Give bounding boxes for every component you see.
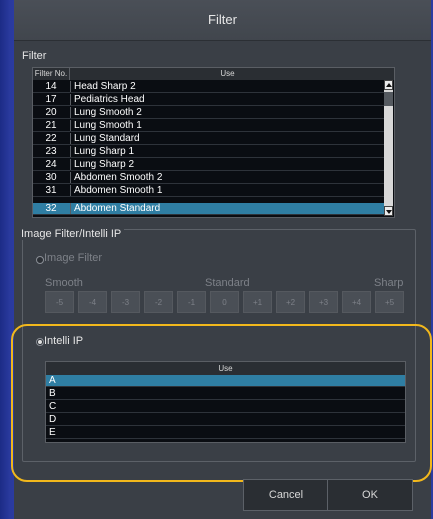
filter-row[interactable]: 22 Lung Standard	[33, 133, 384, 145]
level-button[interactable]: -4	[78, 291, 107, 313]
intelli-ip-row[interactable]: C	[46, 401, 405, 413]
intelli-ip-row[interactable]: E	[46, 427, 405, 439]
filter-row[interactable]: 23 Lung Sharp 1	[33, 146, 384, 158]
column-header-filter-no[interactable]: Filter No.	[33, 68, 69, 80]
filter-no: 30	[45, 172, 57, 183]
filter-use: Lung Smooth 2	[70, 107, 142, 118]
filter-no: 32	[45, 203, 57, 214]
filter-use: Lung Standard	[70, 133, 140, 144]
cancel-button[interactable]: Cancel	[243, 479, 329, 511]
scroll-thumb[interactable]	[384, 92, 393, 106]
filter-use: Abdomen Smooth 2	[70, 172, 162, 183]
filter-row[interactable]: 20 Lung Smooth 2	[33, 107, 384, 119]
image-filter-label: Image Filter	[44, 252, 103, 264]
filter-row[interactable]: 21 Lung Smooth 1	[33, 120, 384, 132]
filter-no: 22	[45, 133, 57, 144]
scroll-up-button[interactable]	[384, 80, 393, 90]
filter-use: Lung Sharp 1	[70, 146, 134, 157]
filter-row[interactable]: 30 Abdomen Smooth 2	[33, 172, 384, 184]
level-button[interactable]: +5	[375, 291, 404, 313]
filter-no: 17	[45, 94, 57, 105]
filter-group-label: Filter	[22, 50, 47, 62]
level-button[interactable]: +3	[309, 291, 338, 313]
filter-no: 23	[45, 146, 57, 157]
image-filter-radio[interactable]	[36, 256, 44, 264]
filter-use: Lung Sharp 2	[70, 159, 134, 170]
filter-row[interactable]: 14 Head Sharp 2	[33, 81, 384, 93]
filter-no: 14	[45, 81, 57, 92]
intelli-ip-row[interactable]: B	[46, 388, 405, 400]
dialog-title: Filter	[14, 0, 431, 41]
level-button[interactable]: 0	[210, 291, 239, 313]
filter-list-scrollbar[interactable]	[384, 80, 393, 216]
filter-no: 21	[45, 120, 57, 131]
image-filter-group-label: Image Filter/Intelli IP	[21, 228, 125, 240]
filter-row[interactable]: 24 Lung Sharp 2	[33, 159, 384, 171]
level-button[interactable]: +2	[276, 291, 305, 313]
filter-no: 24	[45, 159, 57, 170]
filter-use: Head Sharp 2	[70, 81, 136, 92]
scale-standard-label: Standard	[205, 277, 250, 289]
filter-row[interactable]: 31 Abdomen Smooth 1	[33, 185, 384, 197]
arrow-down-icon	[386, 210, 392, 214]
intelli-ip-label: Intelli IP	[44, 335, 84, 347]
ok-button[interactable]: OK	[327, 479, 413, 511]
intelli-ip-list[interactable]: Use A B C D E	[45, 361, 406, 443]
arrow-up-icon	[386, 83, 392, 87]
scale-sharp-label: Sharp	[374, 277, 404, 289]
level-button[interactable]: -1	[177, 291, 206, 313]
level-button[interactable]: -2	[144, 291, 173, 313]
filter-use: Pediatrics Head	[70, 94, 145, 105]
intelli-ip-row-selected[interactable]: A	[46, 375, 405, 387]
filter-no: 20	[45, 107, 57, 118]
level-button[interactable]: +1	[243, 291, 272, 313]
column-header-use[interactable]: Use	[69, 68, 385, 80]
intelli-ip-row[interactable]: D	[46, 414, 405, 426]
intelli-ip-radio[interactable]	[36, 338, 44, 346]
level-button[interactable]: -3	[111, 291, 140, 313]
filter-use: Lung Smooth 1	[70, 120, 142, 131]
filter-use: Abdomen Smooth 1	[70, 185, 162, 196]
filter-no: 31	[45, 185, 57, 196]
filter-use: Abdomen Standard	[70, 203, 160, 214]
level-button[interactable]: -5	[45, 291, 74, 313]
filter-row[interactable]: 17 Pediatrics Head	[33, 94, 384, 106]
filter-list-header: Filter No. Use	[33, 68, 394, 80]
level-button[interactable]: +4	[342, 291, 371, 313]
filter-list[interactable]: Filter No. Use 14 Head Sharp 2 17 Pediat…	[32, 67, 395, 218]
column-header-use[interactable]: Use	[46, 362, 405, 375]
scale-smooth-label: Smooth	[45, 277, 83, 289]
filter-row-selected[interactable]: 32 Abdomen Standard	[33, 203, 384, 215]
scroll-down-button[interactable]	[384, 206, 393, 216]
